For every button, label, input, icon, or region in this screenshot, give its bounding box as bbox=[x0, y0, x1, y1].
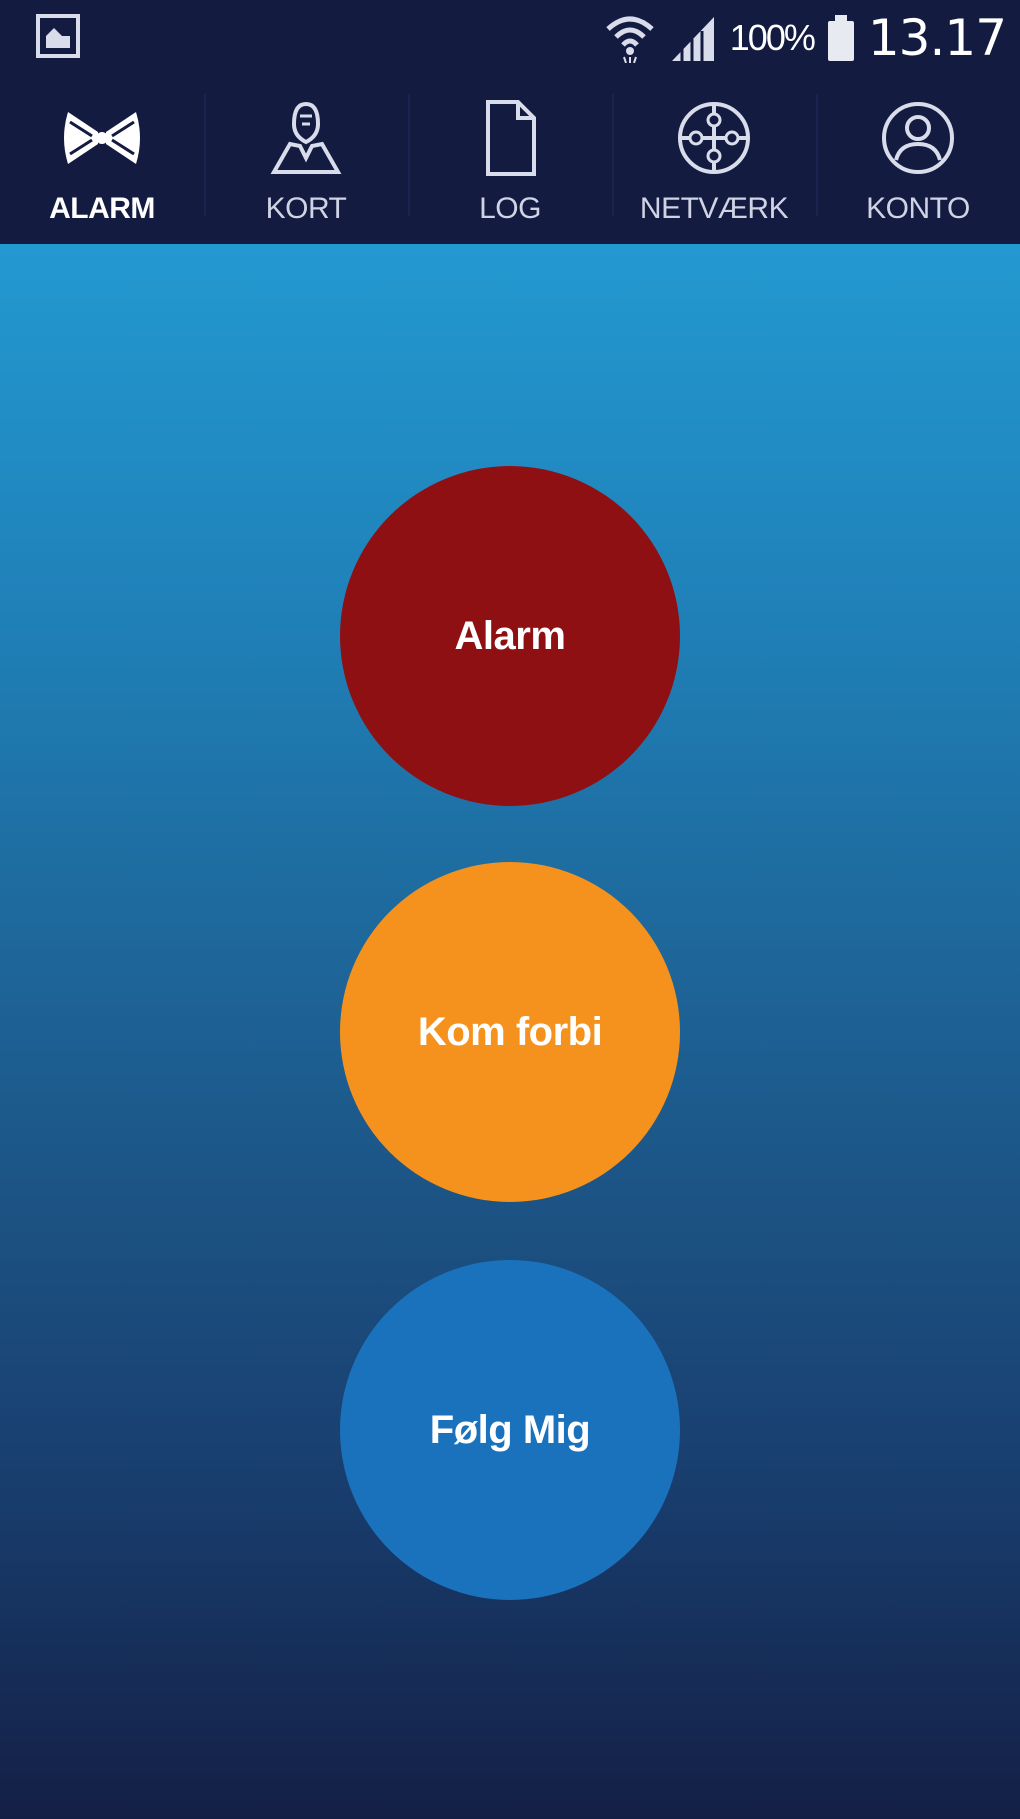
wifi-icon bbox=[606, 16, 654, 63]
tab-netvaerk[interactable]: NETVÆRK bbox=[612, 76, 816, 244]
main-content: Alarm Kom forbi Følg Mig bbox=[0, 244, 1020, 1819]
tab-log[interactable]: LOG bbox=[408, 76, 612, 244]
tab-label: KORT bbox=[265, 192, 347, 225]
tab-kort[interactable]: KORT bbox=[204, 76, 408, 244]
tab-label: LOG bbox=[479, 192, 541, 225]
tab-label: KONTO bbox=[866, 192, 970, 225]
status-bar: 100% 13.17 bbox=[0, 0, 1020, 76]
status-indicators: 100% 13.17 bbox=[604, 0, 1007, 76]
signal-icon bbox=[671, 17, 714, 61]
folg-mig-button-label: Følg Mig bbox=[429, 1407, 591, 1452]
map-person-icon bbox=[270, 101, 342, 174]
status-time: 13.17 bbox=[867, 9, 1007, 67]
battery-icon bbox=[827, 15, 854, 61]
alarm-icon bbox=[64, 112, 140, 164]
tab-konto[interactable]: KONTO bbox=[816, 76, 1020, 244]
account-icon bbox=[882, 102, 954, 174]
battery-percent: 100% bbox=[729, 17, 816, 58]
gallery-icon bbox=[36, 14, 80, 58]
tab-bar: ALARM KORT LOG NETVÆRK KONTO bbox=[0, 76, 1020, 244]
network-icon bbox=[678, 102, 750, 174]
kom-forbi-button-label: Kom forbi bbox=[417, 1009, 603, 1054]
tab-alarm[interactable]: ALARM bbox=[0, 76, 204, 244]
kom-forbi-button[interactable]: Kom forbi bbox=[340, 862, 680, 1202]
alarm-button-label: Alarm bbox=[454, 613, 566, 658]
tab-label: ALARM bbox=[49, 192, 155, 225]
folg-mig-button[interactable]: Følg Mig bbox=[340, 1260, 680, 1600]
document-icon bbox=[486, 100, 536, 176]
tab-label: NETVÆRK bbox=[639, 192, 789, 225]
alarm-button[interactable]: Alarm bbox=[340, 466, 680, 806]
